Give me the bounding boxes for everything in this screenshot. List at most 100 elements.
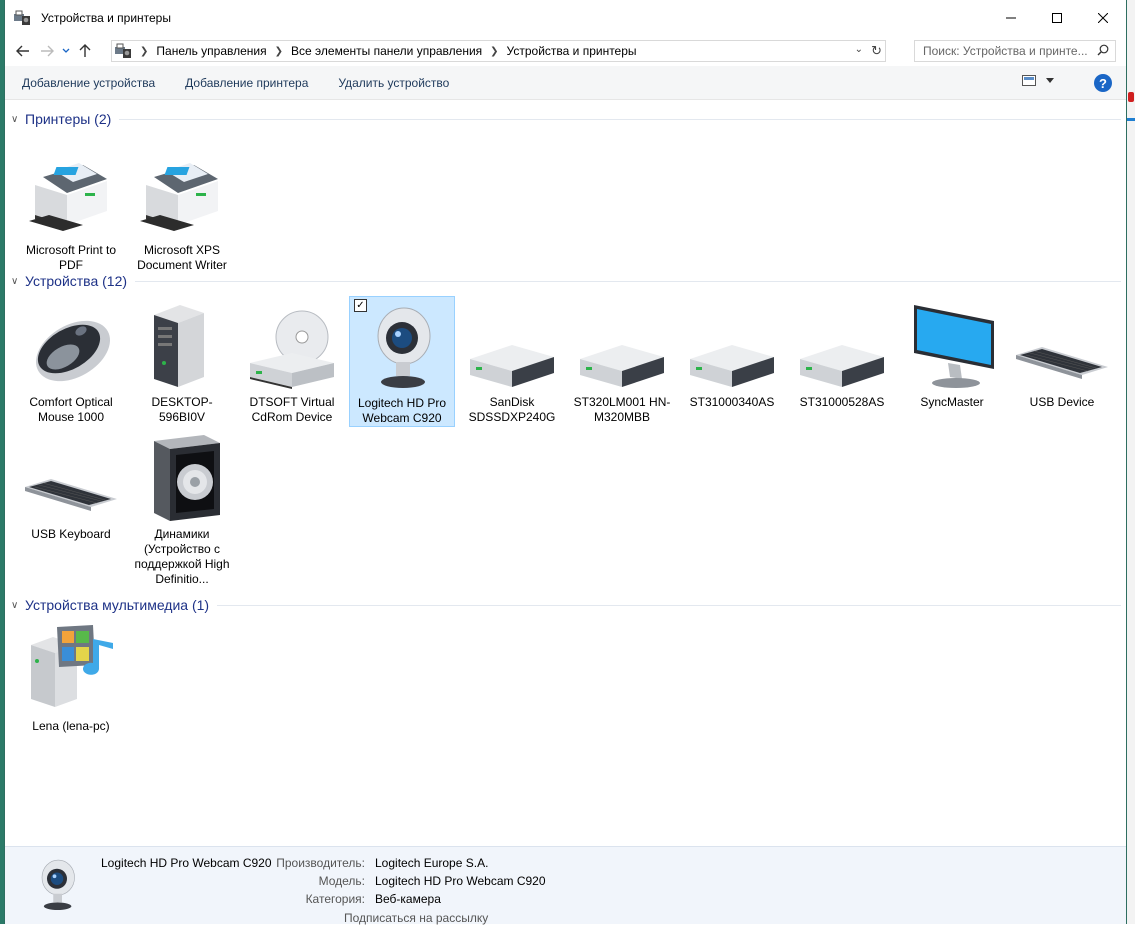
details-category-row: Категория: Веб-камера: [235, 892, 441, 906]
webcam-icon: [27, 855, 87, 915]
close-button[interactable]: [1080, 0, 1126, 36]
device-item-print-to-pdf[interactable]: Microsoft Print to PDF: [18, 149, 124, 273]
mouse-icon: [23, 301, 119, 393]
close-icon: [1098, 13, 1108, 23]
computer-tower-icon: [134, 301, 230, 393]
device-label: Lena (lena-pc): [32, 719, 110, 733]
group-title: Устройства мультимедиа (1): [25, 597, 210, 613]
printer-icon: [134, 149, 230, 241]
device-item-usb-device[interactable]: USB Device: [1009, 301, 1115, 410]
address-field[interactable]: ❯ Панель управления ❯ Все элементы панел…: [111, 40, 886, 62]
hard-drive-icon: [574, 301, 670, 393]
keyboard-icon: [23, 433, 119, 525]
caret-down-icon: [1046, 78, 1054, 83]
control-panel-icon: [114, 43, 132, 59]
search-placeholder: Поиск: Устройства и принте...: [923, 44, 1088, 58]
keyboard-icon: [1014, 301, 1110, 393]
device-label: DESKTOP-596BI0V: [151, 395, 213, 424]
arrow-up-icon: [79, 44, 91, 57]
group-header-printers[interactable]: ∨ Принтеры (2): [11, 109, 1121, 129]
command-bar: Добавление устройства Добавление принтер…: [5, 66, 1126, 100]
device-item-sandisk[interactable]: SanDisk SDSSDXP240G: [459, 301, 565, 425]
device-label: Logitech HD Pro Webcam C920: [357, 396, 447, 425]
minimize-icon: [1006, 17, 1016, 19]
background-text: Подписаться на рассылку: [344, 911, 489, 925]
breadcrumb-separator[interactable]: ❯: [490, 46, 498, 57]
device-label: Microsoft XPS Document Writer: [137, 243, 227, 272]
details-pane: Logitech HD Pro Webcam C920 Производител…: [5, 846, 1126, 924]
details-value: Веб-камера: [375, 892, 441, 906]
device-item-cdrom[interactable]: DTSOFT Virtual CdRom Device: [239, 301, 345, 425]
group-header-multimedia[interactable]: ∨ Устройства мультимедиа (1): [11, 595, 1121, 615]
add-printer-button[interactable]: Добавление принтера: [185, 76, 308, 90]
device-item-st31000528[interactable]: ST31000528AS: [789, 301, 895, 410]
device-label: USB Keyboard: [31, 527, 111, 541]
back-button[interactable]: [11, 39, 35, 63]
cdrom-drive-icon: [244, 301, 340, 393]
chevron-down-icon[interactable]: ∨: [11, 114, 25, 125]
breadcrumb-devices-printers[interactable]: Устройства и принтеры: [507, 44, 637, 58]
chevron-down-icon[interactable]: ∨: [11, 600, 25, 611]
minimize-button[interactable]: [988, 0, 1034, 36]
add-device-button[interactable]: Добавление устройства: [22, 76, 155, 90]
devices-printers-window: Устройства и принтеры ❯ Панель управлени…: [4, 0, 1127, 924]
maximize-icon: [1052, 13, 1062, 23]
group-title: Принтеры (2): [25, 111, 112, 127]
breadcrumb-control-panel[interactable]: Панель управления: [156, 44, 266, 58]
monitor-icon: [904, 301, 1000, 393]
refresh-icon[interactable]: ↻: [871, 43, 882, 59]
device-label: SanDisk SDSSDXP240G: [468, 395, 556, 424]
device-label: ST320LM001 HN-M320MBB: [573, 395, 671, 424]
device-item-usb-keyboard[interactable]: USB Keyboard: [18, 433, 124, 542]
remove-device-button[interactable]: Удалить устройство: [338, 76, 449, 90]
device-item-webcam[interactable]: ✓ Logitech HD Pro Webcam C920: [349, 296, 455, 427]
media-server-icon: [23, 625, 119, 717]
address-bar-row: ❯ Панель управления ❯ Все элементы панел…: [5, 36, 1126, 66]
window-title: Устройства и принтеры: [41, 11, 171, 25]
device-item-xps-writer[interactable]: Microsoft XPS Document Writer: [129, 149, 235, 273]
webcam-icon: [354, 302, 450, 394]
chevron-down-icon[interactable]: ∨: [11, 276, 25, 287]
maximize-button[interactable]: [1034, 0, 1080, 36]
background-window-edge-right: [1127, 0, 1135, 924]
details-key: Производитель:: [276, 856, 365, 870]
device-item-st31000340[interactable]: ST31000340AS: [679, 301, 785, 410]
title-bar[interactable]: Устройства и принтеры: [5, 0, 1126, 36]
device-label: Динамики (Устройство с поддержкой High D…: [134, 527, 230, 586]
breadcrumb-separator[interactable]: ❯: [275, 46, 283, 57]
chevron-down-icon: [62, 48, 70, 53]
hard-drive-icon: [794, 301, 890, 393]
search-icon[interactable]: [1097, 44, 1109, 59]
device-label: USB Device: [1029, 395, 1095, 409]
device-item-desktop[interactable]: DESKTOP-596BI0V: [129, 301, 235, 425]
hard-drive-icon: [464, 301, 560, 393]
printer-icon: [23, 149, 119, 241]
address-dropdown-icon[interactable]: ⌄: [855, 44, 863, 55]
device-label: DTSOFT Virtual CdRom Device: [249, 395, 335, 424]
change-view-button[interactable]: [1022, 75, 1054, 86]
breadcrumb-separator[interactable]: ❯: [140, 46, 148, 57]
breadcrumb-all-items[interactable]: Все элементы панели управления: [291, 44, 482, 58]
search-input[interactable]: Поиск: Устройства и принте...: [914, 40, 1116, 62]
device-item-syncmaster[interactable]: SyncMaster: [899, 301, 1005, 410]
device-label: ST31000528AS: [799, 395, 885, 409]
details-value: Logitech HD Pro Webcam C920: [375, 874, 546, 888]
device-item-st320[interactable]: ST320LM001 HN-M320MBB: [569, 301, 675, 425]
recent-locations-button[interactable]: [59, 39, 73, 63]
devices-view: ∨ Принтеры (2) Microsoft Print to PDF Mi…: [5, 101, 1126, 846]
forward-button[interactable]: [35, 39, 59, 63]
device-item-lena[interactable]: Lena (lena-pc): [18, 625, 124, 734]
arrow-right-icon: [41, 45, 54, 57]
details-manufacturer-row: Производитель: Logitech Europe S.A.: [235, 856, 488, 870]
details-value: Logitech Europe S.A.: [375, 856, 489, 870]
help-button[interactable]: ?: [1094, 74, 1112, 92]
details-model-row: Модель: Logitech HD Pro Webcam C920: [235, 874, 546, 888]
details-key: Модель:: [318, 874, 365, 888]
group-header-devices[interactable]: ∨ Устройства (12): [11, 271, 1121, 291]
speaker-icon: [134, 433, 230, 525]
device-item-speakers[interactable]: Динамики (Устройство с поддержкой High D…: [129, 433, 235, 587]
details-key: Категория:: [305, 892, 365, 906]
device-item-mouse[interactable]: Comfort Optical Mouse 1000: [18, 301, 124, 425]
up-button[interactable]: [73, 39, 97, 63]
arrow-left-icon: [16, 45, 29, 57]
